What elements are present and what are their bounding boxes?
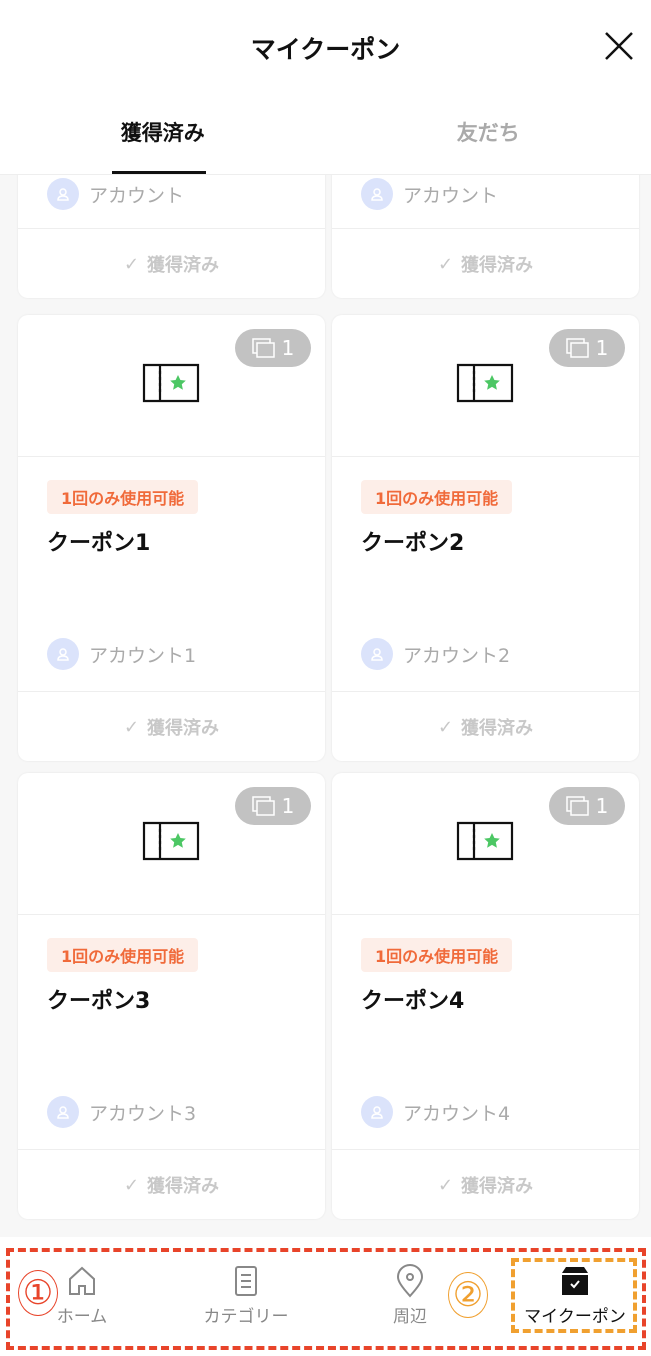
account-name: アカウント2 [403,644,511,667]
usage-badge: 1回のみ使用可能 [361,938,513,972]
close-icon[interactable] [603,30,635,62]
account-avatar-icon [361,178,393,210]
page-title: マイクーポン [250,35,401,64]
coupon-title: クーポン3 [47,989,151,1014]
nav-label: 周辺 [393,1307,427,1327]
coupon-ticket-icon [456,821,514,861]
account-name: アカウント [89,184,185,207]
home-icon [69,1266,95,1295]
nav-home[interactable]: ホーム [22,1264,142,1327]
status-label: 獲得済み [147,255,220,276]
check-icon: ✓ [123,253,140,275]
acquired-status: ✓ 獲得済み [18,691,325,762]
tab-friends[interactable]: 友だち [326,95,651,174]
acquired-status: ✓ 獲得済み [18,1149,325,1220]
coupon-count-badge: 1 [549,787,625,825]
check-icon: ✓ [437,1174,454,1196]
nav-category[interactable]: カテゴリー [186,1264,306,1327]
tab-bar: 獲得済み 友だち [0,95,651,175]
list-icon [235,1266,257,1296]
coupon-count-badge: 1 [549,329,625,367]
coupon-card[interactable]: 1 1回のみ使用可能 クーポン3 アカウント3 ✓ 獲得済み [18,773,325,1219]
coupon-title: クーポン2 [361,531,465,556]
coupon-ticket-icon [142,363,200,403]
usage-badge: 1回のみ使用可能 [47,938,199,972]
check-icon: ✓ [437,716,454,738]
coupon-image: 1 [332,773,639,915]
account-name: アカウント1 [89,644,197,667]
account-avatar-icon [361,1096,393,1128]
coupon-stack-icon [565,338,589,358]
coupon-stack-icon [251,796,275,816]
tab-acquired[interactable]: 獲得済み [0,95,326,174]
coupon-card[interactable]: 1 1回のみ使用可能 クーポン4 アカウント4 ✓ 獲得済み [332,773,639,1219]
coupon-image: 1 [332,315,639,457]
header: マイクーポン [0,0,651,95]
coupon-card[interactable]: 1 1回のみ使用可能 クーポン2 アカウント2 ✓ 獲得済み [332,315,639,761]
account-avatar-icon [47,178,79,210]
coupon-card-partial[interactable]: アカウント ✓ 獲得済み [18,175,325,298]
check-icon: ✓ [437,253,454,275]
nav-label: マイクーポン [524,1307,626,1327]
coupon-stack-icon [251,338,275,358]
status-label: 獲得済み [461,255,534,276]
account-avatar-icon [361,638,393,670]
usage-badge: 1回のみ使用可能 [47,480,199,514]
account-avatar-icon [47,1096,79,1128]
acquired-status: ✓ 獲得済み [332,691,639,762]
coupon-image: 1 [18,773,325,915]
nav-my-coupon[interactable]: マイクーポン [515,1264,635,1327]
coupon-count-badge: 1 [235,329,311,367]
account-avatar-icon [47,638,79,670]
coupon-card[interactable]: 1 1回のみ使用可能 クーポン1 アカウント1 ✓ 獲得済み [18,315,325,761]
coupon-title: クーポン1 [47,531,151,556]
coupon-image: 1 [18,315,325,457]
coupon-count-badge: 1 [235,787,311,825]
coupon-ticket-icon [142,821,200,861]
coupon-title: クーポン4 [361,989,465,1014]
coupon-stack-icon [565,796,589,816]
acquired-status: ✓ 獲得済み [332,1149,639,1220]
account-name: アカウント4 [403,1102,511,1125]
nav-nearby[interactable]: 周辺 [350,1264,470,1327]
account-name: アカウント3 [89,1102,197,1125]
coupon-card-partial[interactable]: アカウント ✓ 獲得済み [332,175,639,298]
check-icon: ✓ [123,1174,140,1196]
coupon-ticket-icon [456,363,514,403]
account-name: アカウント [403,184,499,207]
bottom-nav: ホーム カテゴリー 周辺 マイクーポン [0,1240,651,1356]
check-icon: ✓ [123,716,140,738]
nav-label: カテゴリー [203,1307,289,1327]
usage-badge: 1回のみ使用可能 [361,480,513,514]
nav-label: ホーム [56,1307,108,1327]
coupon-box-icon [562,1267,588,1295]
coupon-list[interactable]: アカウント ✓ 獲得済み アカウント ✓ 獲得済み 1 1回のみ使用可能 クーポン1… [0,175,651,1237]
location-pin-icon [396,1264,424,1298]
